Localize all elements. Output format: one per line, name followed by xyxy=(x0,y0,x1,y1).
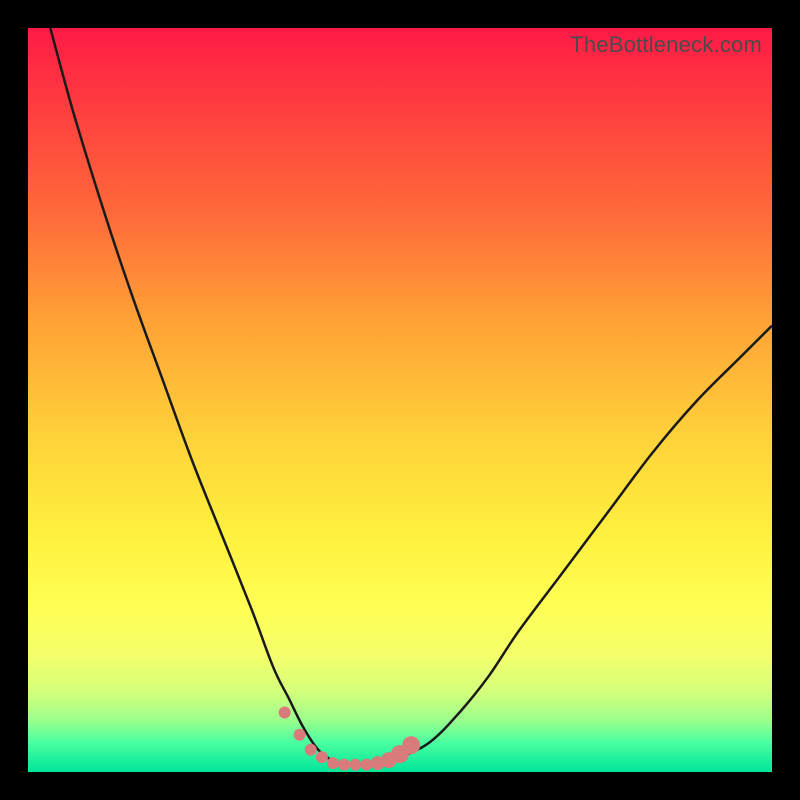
trough-marker xyxy=(361,759,373,771)
trough-marker xyxy=(294,729,306,741)
trough-marker xyxy=(402,736,420,754)
chart-plot-area: TheBottleneck.com xyxy=(28,28,772,772)
bottleneck-curve-path xyxy=(50,28,772,765)
trough-marker-group xyxy=(279,707,421,771)
trough-marker xyxy=(349,759,361,771)
trough-marker xyxy=(327,757,339,769)
trough-marker xyxy=(279,707,291,719)
chart-svg xyxy=(28,28,772,772)
trough-marker xyxy=(316,751,328,763)
outer-frame: TheBottleneck.com xyxy=(0,0,800,800)
trough-marker xyxy=(305,744,317,756)
trough-marker xyxy=(338,759,350,771)
